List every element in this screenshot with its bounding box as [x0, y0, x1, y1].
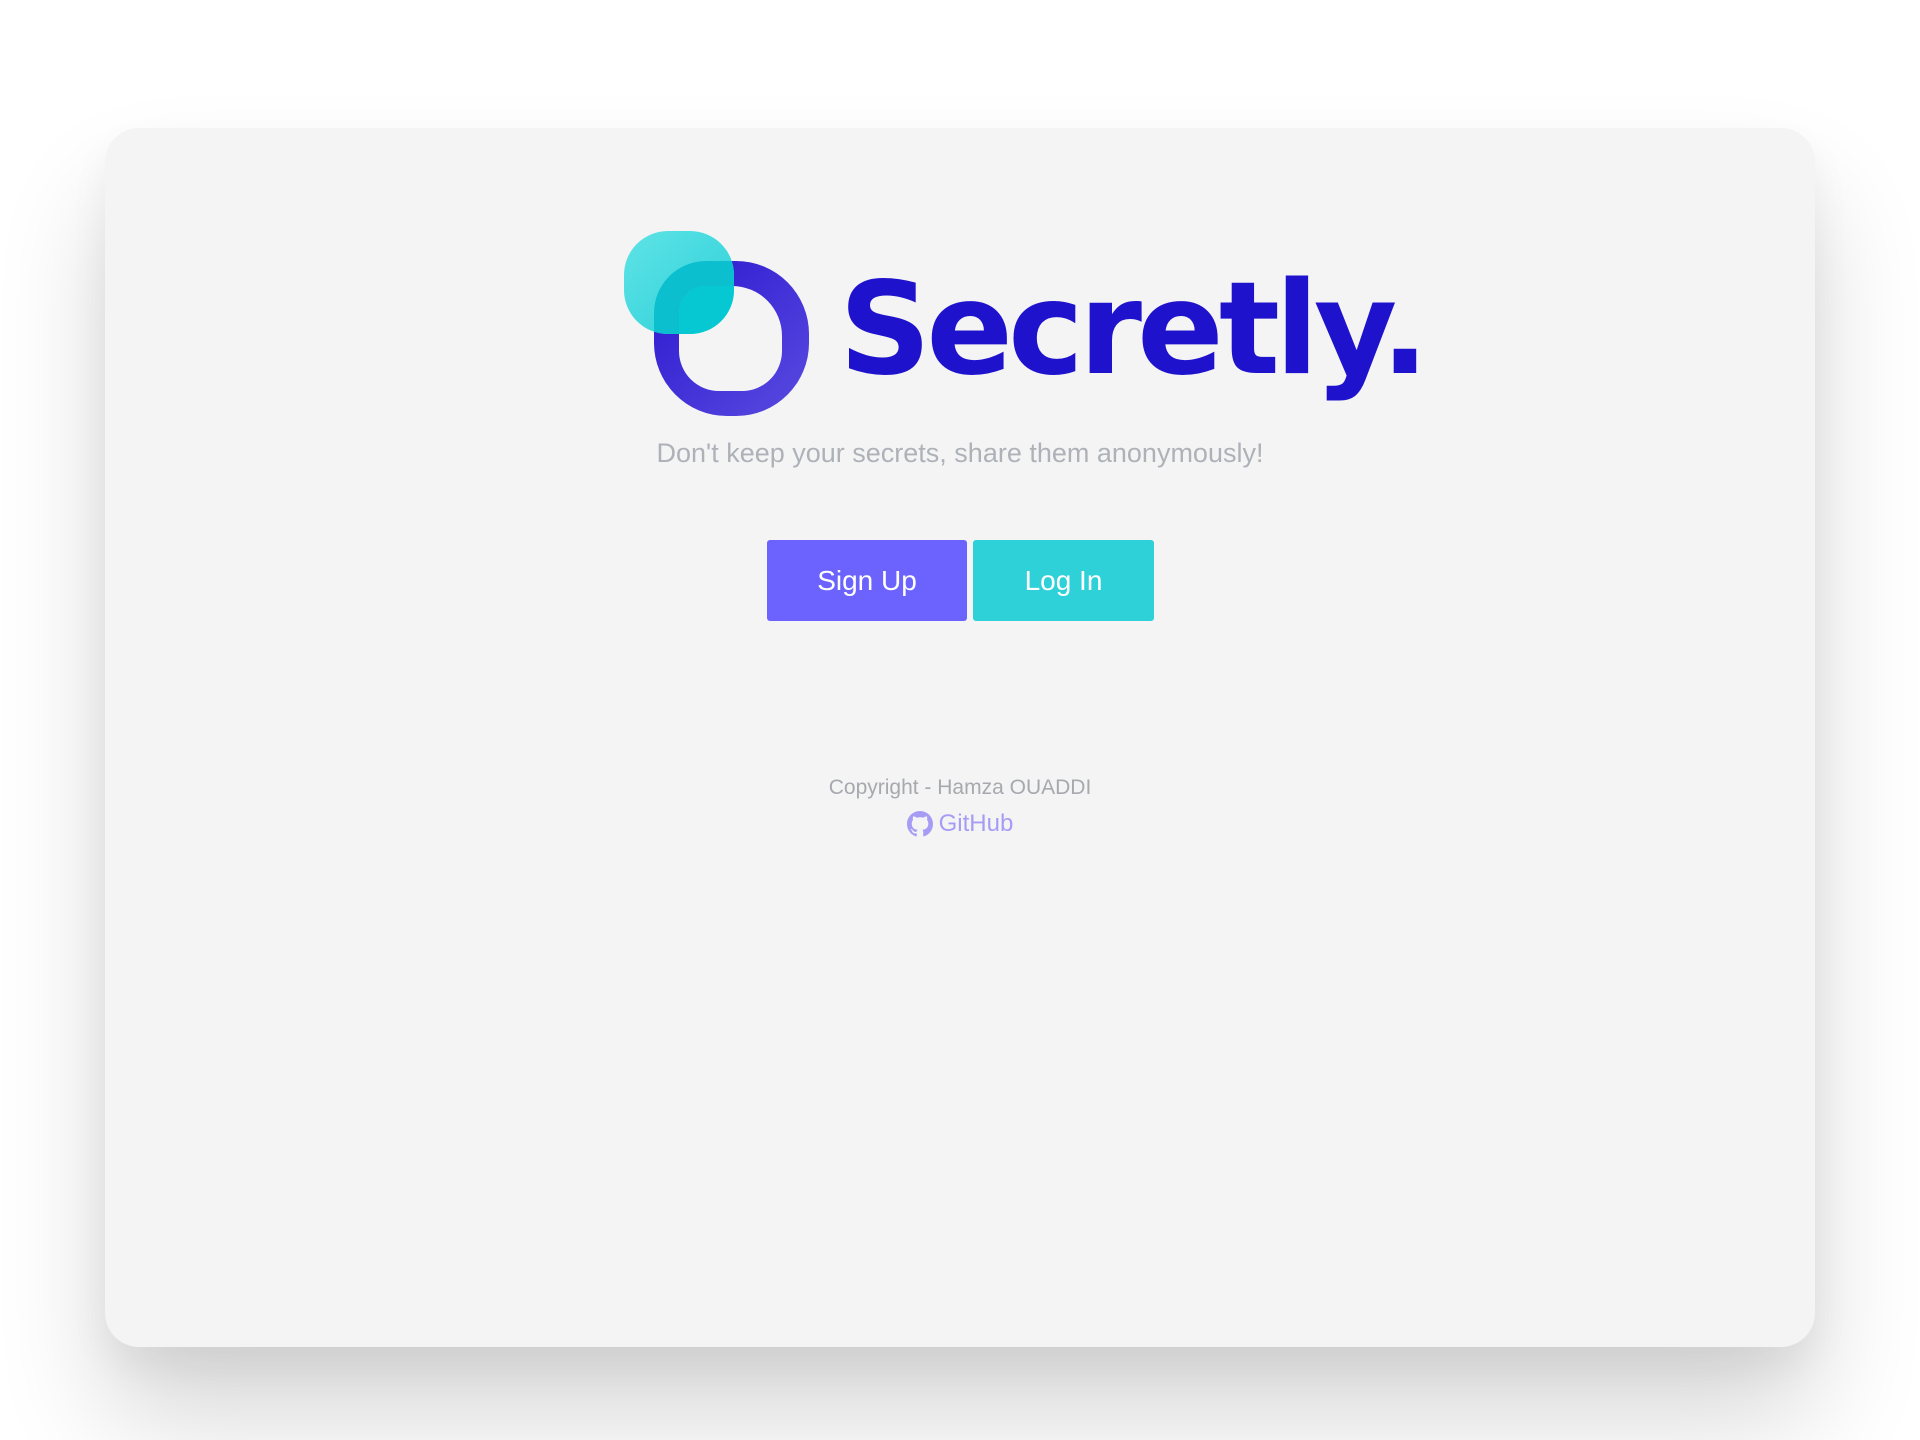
log-in-button[interactable]: Log In — [973, 540, 1154, 621]
sign-up-button[interactable]: Sign Up — [767, 540, 967, 621]
copyright-text: Copyright - Hamza OUADDI — [828, 776, 1092, 799]
landing-card: Secretly. Don't keep your secrets, share… — [105, 128, 1815, 1347]
brand-name: Secretly. — [839, 254, 1429, 404]
auth-actions: Sign Up Log In — [767, 540, 1154, 621]
footer: Copyright - Hamza OUADDI GitHub — [105, 774, 1815, 842]
github-label: GitHub — [938, 810, 1014, 837]
logo-icon — [624, 231, 809, 416]
tagline: Don't keep your secrets, share them anon… — [656, 438, 1264, 468]
github-icon — [906, 811, 933, 837]
brand-header: Secretly. — [624, 231, 1429, 416]
github-link[interactable]: GitHub — [906, 810, 1014, 838]
